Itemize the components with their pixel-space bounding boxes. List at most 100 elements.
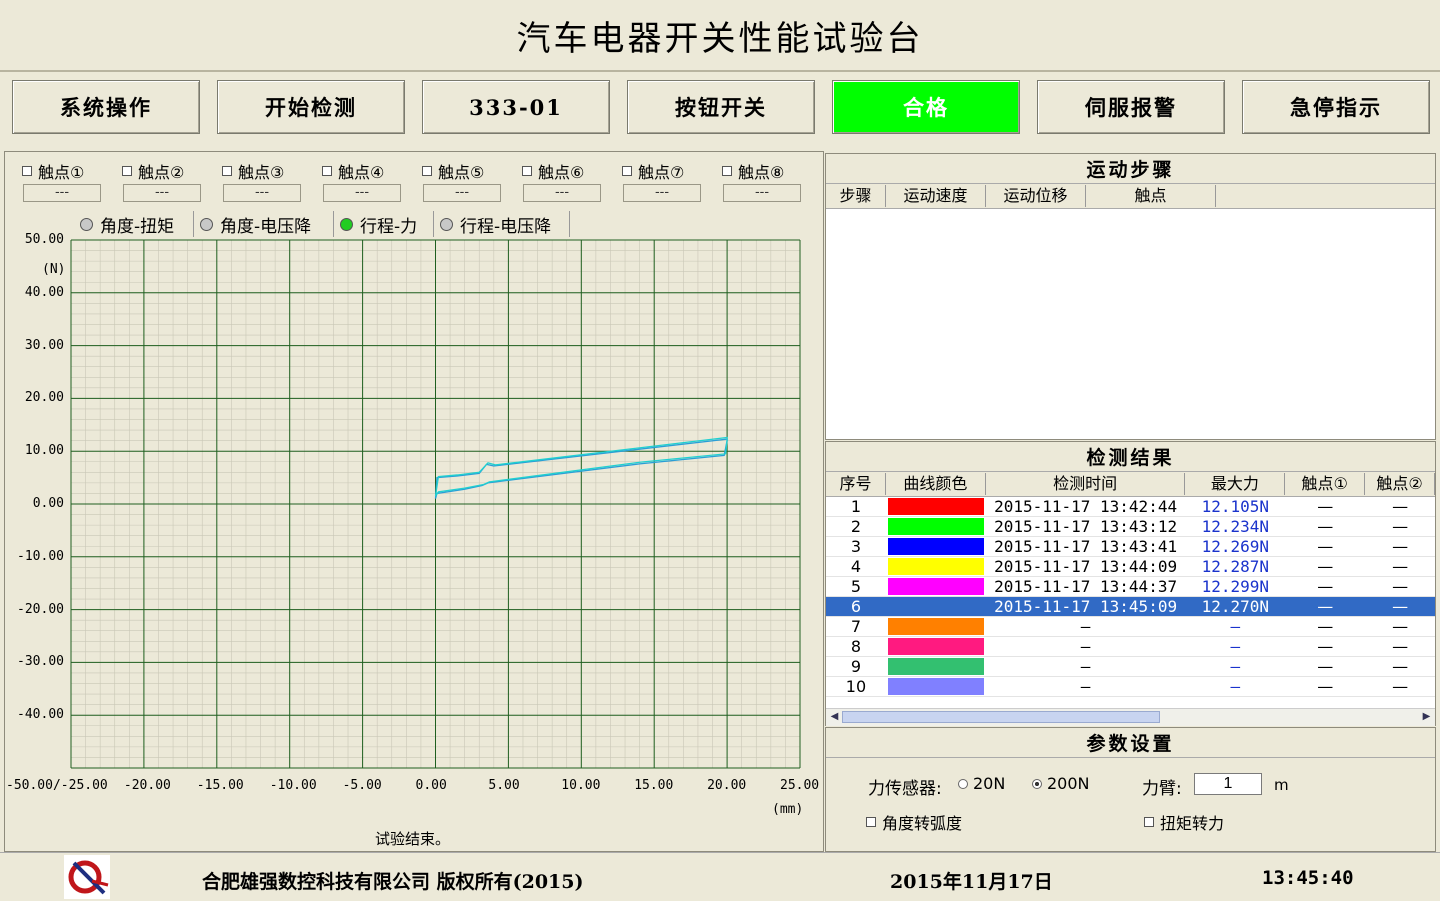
cell-force: 12.270N [1201, 597, 1270, 616]
cell-time: 2015-11-17 13:44:37 [994, 577, 1178, 596]
chart-tab-label: 行程-电压降 [460, 216, 552, 237]
x-tick-label: 25.00 [780, 778, 820, 793]
motion-col-header[interactable]: 触点 [1086, 185, 1216, 207]
switch-type-button[interactable]: 按钮开关 [627, 80, 815, 134]
contact-5-checkbox[interactable]: 触点⑤ [422, 159, 484, 183]
sensor-200n-radio[interactable]: 200N [1032, 774, 1090, 793]
results-col-header[interactable]: 曲线颜色 [886, 473, 986, 495]
curve-color-swatch [887, 678, 984, 695]
contact-2-checkbox[interactable]: 触点② [122, 159, 184, 183]
motion-col-header[interactable]: 运动位移 [986, 185, 1086, 207]
contact-8-checkbox[interactable]: 触点⑧ [722, 159, 784, 183]
table-row[interactable]: 6 2015-11-17 13:45:09 12.270N — — [826, 597, 1435, 617]
cell-no: 1 [850, 497, 862, 516]
motion-steps-panel: 运动步骤 步骤 运动速度 运动位移 触点 [825, 153, 1436, 440]
table-row[interactable]: 7 — — — — [826, 617, 1435, 637]
system-ops-button[interactable]: 系统操作 [12, 80, 200, 134]
company-logo-icon [64, 855, 110, 899]
results-list[interactable]: 1 2015-11-17 13:42:44 12.105N — —2 2015-11-17… [826, 497, 1435, 697]
contact-3-checkbox[interactable]: 触点③ [222, 159, 284, 183]
contact-1-checkbox[interactable]: 触点① [22, 159, 84, 183]
y-tick-label: -30.00 [17, 654, 64, 670]
arm-label: 力臂: [1142, 779, 1182, 799]
table-row[interactable]: 5 2015-11-17 13:44:37 12.299N — — [826, 577, 1435, 597]
results-col-header[interactable]: 序号 [826, 473, 886, 495]
scroll-left-icon[interactable]: ◀ [828, 711, 841, 723]
chart-tab-1[interactable]: 角度-扭矩 [76, 211, 194, 237]
cell-force: 12.269N [1201, 537, 1270, 556]
motion-steps-list[interactable] [826, 209, 1435, 439]
contact-label: 触点② [138, 163, 185, 182]
color-cell [886, 637, 986, 656]
contact-label: 触点① [38, 163, 85, 182]
contact-7-checkbox[interactable]: 触点⑦ [622, 159, 684, 183]
color-cell [886, 517, 986, 536]
chart-tab-label: 角度-电压降 [220, 216, 312, 237]
checkbox-icon [866, 817, 876, 827]
contact-label: 触点⑦ [638, 163, 685, 182]
y-tick-label: 30.00 [24, 337, 64, 353]
window-title: 汽车电器开关性能试验台 [0, 0, 1440, 72]
color-cell [886, 497, 986, 516]
cell-c1: — [1317, 617, 1334, 636]
arm-length-input[interactable] [1194, 773, 1262, 795]
table-row[interactable]: 2 2015-11-17 13:43:12 12.234N — — [826, 517, 1435, 537]
x-tick-label: -15.00 [196, 778, 244, 793]
cell-c2: — [1392, 617, 1409, 636]
results-hscrollbar[interactable]: ◀ ▶ [826, 708, 1435, 726]
cell-c1: — [1317, 677, 1334, 696]
x-tick-label: -5.00 [342, 778, 382, 793]
contact-label: 触点④ [338, 163, 385, 182]
contact-6-checkbox[interactable]: 触点⑥ [522, 159, 584, 183]
radio-icon [340, 217, 353, 231]
motion-col-header[interactable]: 运动速度 [886, 185, 986, 207]
table-row[interactable]: 1 2015-11-17 13:42:44 12.105N — — [826, 497, 1435, 517]
table-row[interactable]: 4 2015-11-17 13:44:09 12.287N — — [826, 557, 1435, 577]
pass-indicator[interactable]: 合格 [832, 80, 1020, 134]
product-code-display[interactable]: 333-01 [422, 80, 610, 134]
contact-7-value: --- [623, 184, 701, 202]
motion-steps-header: 步骤 运动速度 运动位移 触点 [826, 184, 1435, 209]
chart-tab-4[interactable]: 行程-电压降 [436, 211, 570, 237]
sensor-20n-radio[interactable]: 20N [958, 774, 1005, 793]
results-col-header[interactable]: 触点① [1285, 473, 1366, 495]
table-row[interactable]: 10 — — — — [826, 677, 1435, 697]
cell-c1: — [1317, 557, 1334, 576]
start-test-button[interactable]: 开始检测 [217, 80, 405, 134]
cell-c2: — [1392, 637, 1409, 656]
checkbox-icon [1144, 817, 1154, 827]
table-row[interactable]: 9 — — — — [826, 657, 1435, 677]
radio-icon [440, 217, 453, 231]
cell-c1: — [1317, 577, 1334, 596]
results-col-header[interactable]: 触点② [1365, 473, 1436, 495]
x-tick-label: 10.00 [561, 778, 601, 793]
chart-tab-3[interactable]: 行程-力 [336, 211, 434, 237]
scroll-thumb[interactable] [842, 711, 1160, 723]
color-cell [886, 657, 986, 676]
table-row[interactable]: 3 2015-11-17 13:43:41 12.269N — — [826, 537, 1435, 557]
cell-force: 12.287N [1201, 557, 1270, 576]
cell-c1: — [1317, 517, 1334, 536]
cell-time: — [1080, 637, 1091, 656]
checkbox-icon [322, 166, 332, 176]
table-row[interactable]: 8 — — — — [826, 637, 1435, 657]
curve-color-swatch [887, 538, 984, 555]
curve-color-swatch [887, 618, 984, 635]
params-title: 参数设置 [826, 728, 1435, 758]
estop-indicator[interactable]: 急停指示 [1242, 80, 1430, 134]
results-col-header[interactable]: 最大力 [1185, 473, 1286, 495]
chart-tab-2[interactable]: 角度-电压降 [196, 211, 334, 237]
results-col-header[interactable]: 检测时间 [986, 473, 1186, 495]
torque-force-checkbox[interactable]: 扭矩转力 [1144, 810, 1224, 834]
checkbox-icon [622, 166, 632, 176]
angle-rad-checkbox[interactable]: 角度转弧度 [866, 810, 962, 834]
contact-8-value: --- [723, 184, 801, 202]
servo-alarm-button[interactable]: 伺服报警 [1037, 80, 1225, 134]
motion-col-header[interactable]: 步骤 [826, 185, 886, 207]
force-travel-chart [70, 239, 801, 769]
cell-c2: — [1392, 557, 1409, 576]
color-cell [886, 577, 986, 596]
contact-4-checkbox[interactable]: 触点④ [322, 159, 384, 183]
radio-on-icon [1032, 778, 1042, 789]
scroll-right-icon[interactable]: ▶ [1420, 711, 1433, 723]
